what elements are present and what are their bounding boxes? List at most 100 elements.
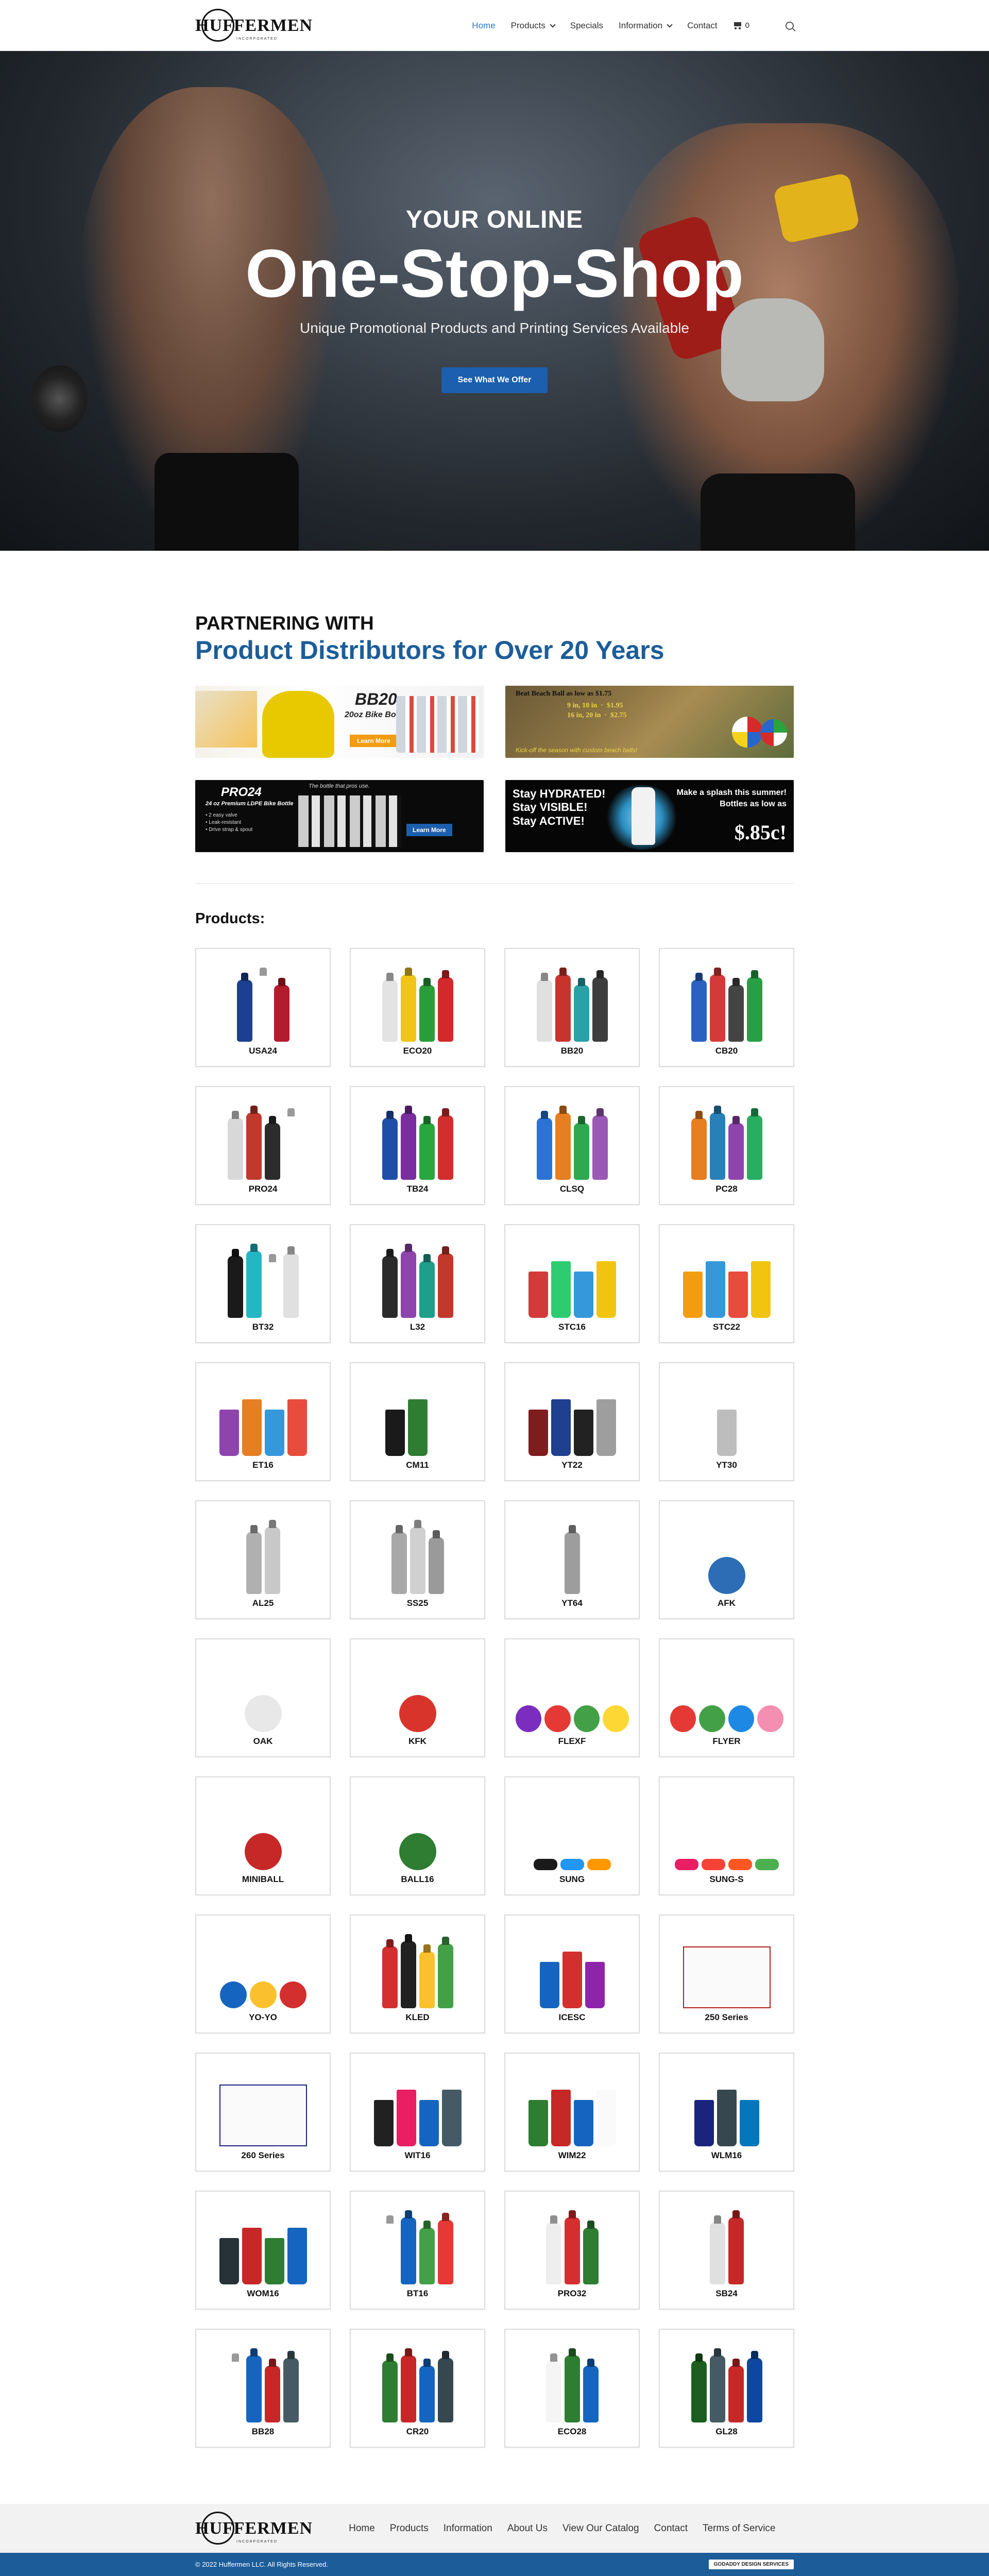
product-card[interactable]: SS25 <box>350 1500 485 1619</box>
banner-hydrated[interactable]: Stay HYDRATED! Stay VISIBLE! Stay ACTIVE… <box>505 780 794 852</box>
bottle-icon <box>400 1113 416 1180</box>
product-card[interactable]: STC22 <box>659 1224 794 1343</box>
nav-information[interactable]: Information <box>619 20 673 31</box>
product-card[interactable]: KFK <box>350 1638 485 1757</box>
product-card[interactable]: PRO24 <box>195 1086 331 1205</box>
nav-specials[interactable]: Specials <box>570 21 603 31</box>
product-card[interactable]: YO-YO <box>195 1914 331 2033</box>
product-card[interactable]: PC28 <box>659 1086 794 1205</box>
product-card[interactable]: AFK <box>659 1500 794 1619</box>
product-card[interactable]: STC16 <box>504 1224 640 1343</box>
product-label: YT22 <box>561 1460 583 1470</box>
cup-icon <box>705 1261 725 1318</box>
hero-woman-shorts <box>701 473 855 551</box>
bottle-icon <box>419 2228 435 2284</box>
nav-information-label: Information <box>619 20 663 30</box>
product-label: KLED <box>405 2012 430 2022</box>
cup-icon <box>528 1410 548 1456</box>
cup-icon <box>539 1962 559 2008</box>
product-image <box>207 1097 320 1180</box>
nav-contact[interactable]: Contact <box>687 21 718 31</box>
bottle-icon <box>437 1115 453 1180</box>
product-card[interactable]: WOM16 <box>195 2191 331 2310</box>
product-card[interactable]: YT22 <box>504 1362 640 1481</box>
bottle-icon <box>227 2361 243 2422</box>
product-card[interactable]: ECO28 <box>504 2329 640 2448</box>
product-card[interactable]: WIT16 <box>350 2053 485 2172</box>
product-card[interactable]: CM11 <box>350 1362 485 1481</box>
product-card[interactable]: 250 Series <box>659 1914 794 2033</box>
bottle-icon <box>545 2223 561 2284</box>
product-label: ECO28 <box>557 2427 587 2436</box>
footer-link-products[interactable]: Products <box>390 2523 429 2534</box>
footer-link-about[interactable]: About Us <box>507 2523 548 2534</box>
product-card[interactable]: SUNG <box>504 1776 640 1895</box>
product-label: GL28 <box>715 2427 738 2436</box>
banner-pro24[interactable]: PRO24 24 oz Premium LDPE Bike Bottle • 2… <box>195 780 484 852</box>
product-card[interactable]: OAK <box>195 1638 331 1757</box>
product-card[interactable]: L32 <box>350 1224 485 1343</box>
site-header: HUFFERMEN INCORPORATED Home Products Spe… <box>0 0 989 51</box>
product-label: MINIBALL <box>242 1874 284 1884</box>
footer-logo[interactable]: HUFFERMEN INCORPORATED <box>195 2511 313 2547</box>
product-card[interactable]: 260 Series <box>195 2053 331 2172</box>
product-card[interactable]: BB28 <box>195 2329 331 2448</box>
product-card[interactable]: SB24 <box>659 2191 794 2310</box>
product-card[interactable]: FLEXF <box>504 1638 640 1757</box>
bottle-icon <box>227 1256 243 1318</box>
product-card[interactable]: BT32 <box>195 1224 331 1343</box>
disc-icon <box>573 1705 600 1732</box>
product-image <box>207 2064 320 2146</box>
banner-bb20-learn-more[interactable]: Learn More <box>350 735 398 747</box>
footer-link-home[interactable]: Home <box>349 2523 375 2534</box>
product-card[interactable]: USA24 <box>195 948 331 1067</box>
product-card[interactable]: YT64 <box>504 1500 640 1619</box>
partner-kicker: PARTNERING WITH <box>195 613 374 634</box>
banner-bb20[interactable]: BB20 20oz Bike Bottle Learn More <box>195 686 484 758</box>
product-card[interactable]: SUNG-S <box>659 1776 794 1895</box>
product-card[interactable]: BB20 <box>504 948 640 1067</box>
product-image <box>516 1512 629 1594</box>
product-card[interactable]: CR20 <box>350 2329 485 2448</box>
product-card[interactable]: CB20 <box>659 948 794 1067</box>
footer-link-terms[interactable]: Terms of Service <box>703 2523 775 2534</box>
product-card[interactable]: GL28 <box>659 2329 794 2448</box>
footer-link-contact[interactable]: Contact <box>654 2523 688 2534</box>
godaddy-badge[interactable]: GODADDY DESIGN SERVICES <box>708 2560 794 2569</box>
product-card[interactable]: ECO20 <box>350 948 485 1067</box>
nav-products[interactable]: Products <box>511 21 556 31</box>
product-card[interactable]: ET16 <box>195 1362 331 1481</box>
product-card[interactable]: BALL16 <box>350 1776 485 1895</box>
product-label: CLSQ <box>559 1184 585 1194</box>
product-card[interactable]: PRO32 <box>504 2191 640 2310</box>
bottle-icon <box>437 1944 453 2008</box>
disc-icon <box>603 1705 629 1732</box>
cart-button[interactable]: 0 <box>733 21 749 30</box>
footer-link-information[interactable]: Information <box>444 2523 492 2534</box>
product-card[interactable]: TB24 <box>350 1086 485 1205</box>
site-logo[interactable]: HUFFERMEN INCORPORATED <box>195 8 313 44</box>
product-image <box>516 1097 629 1180</box>
bottle-icon <box>283 2358 299 2422</box>
banner-pro24-learn-more[interactable]: Learn More <box>406 824 452 836</box>
product-card[interactable]: YT30 <box>659 1362 794 1481</box>
product-card[interactable]: CLSQ <box>504 1086 640 1205</box>
product-card[interactable]: WIM22 <box>504 2053 640 2172</box>
product-card[interactable]: ICESC <box>504 1914 640 2033</box>
bottle-icon <box>691 980 707 1042</box>
product-card[interactable]: KLED <box>350 1914 485 2033</box>
bottle-icon <box>264 1261 280 1318</box>
nav-home[interactable]: Home <box>472 21 495 31</box>
bottle-icon <box>274 985 289 1042</box>
product-card[interactable]: MINIBALL <box>195 1776 331 1895</box>
product-card[interactable]: AL25 <box>195 1500 331 1619</box>
product-card[interactable]: BT16 <box>350 2191 485 2310</box>
search-icon[interactable] <box>786 21 794 30</box>
product-label: BB28 <box>251 2427 275 2436</box>
footer-link-catalog[interactable]: View Our Catalog <box>562 2523 639 2534</box>
bottle-icon <box>545 2361 561 2422</box>
see-offer-button[interactable]: See What We Offer <box>441 367 548 394</box>
product-card[interactable]: FLYER <box>659 1638 794 1757</box>
product-card[interactable]: WLM16 <box>659 2053 794 2172</box>
banner-beach-ball[interactable]: Beat Beach Ball as low as $1.75 9 in, 10… <box>505 686 794 758</box>
